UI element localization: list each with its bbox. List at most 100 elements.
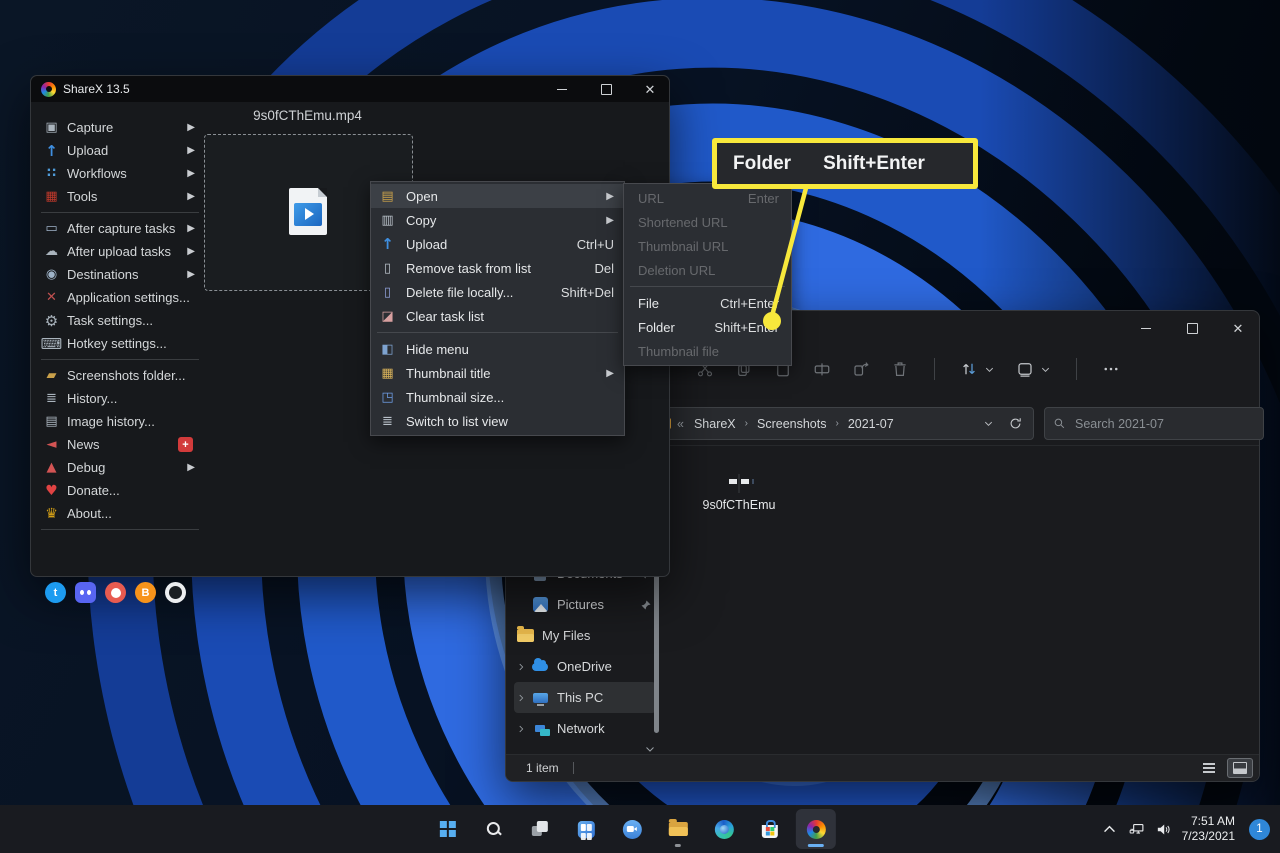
close-button[interactable]: ✕ [1227, 318, 1249, 338]
breadcrumb-segment[interactable]: Screenshots [755, 415, 828, 433]
toolbar-button[interactable] [848, 360, 874, 378]
bitcoin-icon[interactable] [135, 582, 156, 603]
sidebar-item[interactable]: News + [39, 433, 201, 456]
discord-icon[interactable] [75, 582, 96, 603]
volume-icon[interactable] [1155, 821, 1172, 838]
taskbar-button[interactable] [566, 809, 606, 849]
submenu-item[interactable]: Thumbnail file [624, 339, 791, 363]
search-icon [1053, 417, 1066, 430]
submenu-arrow-icon: ▶ [187, 246, 195, 257]
context-menu-item[interactable]: Hide menu [371, 337, 624, 361]
breadcrumb-overflow-chevrons[interactable]: « [677, 417, 684, 431]
toolbar-button[interactable] [1098, 360, 1124, 378]
address-bar[interactable]: « ShareX › Screenshots › 2021-07 [646, 407, 1034, 440]
taskbar-button[interactable] [750, 809, 790, 849]
taskbar-button[interactable] [704, 809, 744, 849]
context-menu-item[interactable]: Remove task from list Del [371, 256, 624, 280]
context-menu-item[interactable]: Clear task list [371, 304, 624, 328]
clock[interactable]: 7:51 AM 7/23/2021 [1182, 814, 1235, 844]
sharex-sidebar: Capture ▶ Upload ▶ Workflo [39, 116, 201, 534]
nav-item[interactable]: My Files [514, 620, 656, 651]
context-menu-item[interactable]: Thumbnail title ▶ [371, 361, 624, 385]
github-icon[interactable] [165, 582, 186, 603]
patreon-icon[interactable] [105, 582, 126, 603]
submenu-item[interactable]: Deletion URL [624, 258, 791, 282]
taskbar-button[interactable] [796, 809, 836, 849]
search-input[interactable] [1073, 416, 1255, 432]
image-history-icon [43, 413, 60, 430]
sidebar-item[interactable]: Destinations ▶ [39, 263, 201, 286]
minimize-button[interactable] [551, 79, 573, 99]
maximize-button[interactable] [595, 79, 617, 99]
refresh-icon[interactable] [1008, 416, 1023, 431]
list-view-toggle[interactable] [1197, 759, 1221, 777]
sidebar-item[interactable]: Hotkey settings... [39, 332, 201, 355]
breadcrumb-segment[interactable]: ShareX [692, 415, 738, 433]
breadcrumb-segment[interactable]: 2021-07 [846, 415, 896, 433]
sidebar-item[interactable]: Workflows ▶ [39, 162, 201, 185]
chevron-right-icon[interactable] [516, 662, 526, 672]
sidebar-item[interactable]: Task settings... [39, 309, 201, 332]
minimize-button[interactable] [1135, 318, 1157, 338]
sidebar-item[interactable]: After capture tasks ▶ [39, 217, 201, 240]
context-menu-item[interactable]: Thumbnail size... [371, 385, 624, 409]
maximize-button[interactable] [1181, 318, 1203, 338]
context-menu-item[interactable]: Copy ▶ [371, 208, 624, 232]
submenu-item[interactable]: Folder Shift+Enter [624, 315, 791, 339]
sidebar-item[interactable]: Tools ▶ [39, 185, 201, 208]
taskbar-button[interactable] [520, 809, 560, 849]
address-dropdown-chevron-icon[interactable] [983, 418, 994, 429]
sharex-logo-icon [41, 82, 56, 97]
sidebar-item[interactable]: Debug ▶ [39, 456, 201, 479]
sidebar-item[interactable]: Screenshots folder... [39, 364, 201, 387]
sidebar-item[interactable]: About... [39, 502, 201, 525]
remove-icon [379, 260, 396, 277]
sidebar-item[interactable]: Capture ▶ [39, 116, 201, 139]
chat-icon [622, 820, 641, 839]
taskbar-button[interactable] [428, 809, 468, 849]
submenu-item[interactable]: Shortened URL [624, 210, 791, 234]
toolbar-button[interactable] [956, 360, 999, 378]
context-menu-item[interactable]: Upload Ctrl+U [371, 232, 624, 256]
chevron-right-icon[interactable] [516, 693, 526, 703]
breadcrumb: ShareX › Screenshots › 2021-07 [692, 415, 896, 433]
sidebar-separator [41, 212, 199, 213]
thumbnail-view-toggle[interactable] [1227, 758, 1253, 778]
context-menu-item[interactable]: Switch to list view [371, 409, 624, 433]
sidebar-item[interactable]: History... [39, 387, 201, 410]
nav-item[interactable]: Pictures [514, 589, 656, 620]
toolbar-button[interactable] [809, 360, 835, 378]
taskbar-button[interactable] [474, 809, 514, 849]
toolbar-button[interactable] [887, 360, 913, 378]
sidebar-item[interactable]: Application settings... [39, 286, 201, 309]
nav-scrollbar[interactable] [654, 561, 659, 733]
sidebar-item[interactable]: Donate... [39, 479, 201, 502]
submenu-item[interactable]: URL Enter [624, 186, 791, 210]
tray-chevron-up-icon[interactable] [1101, 821, 1118, 838]
search-box[interactable] [1044, 407, 1264, 440]
submenu-arrow-icon: ▶ [187, 462, 195, 473]
task-thumbnail-title: 9s0fCThEmu.mp4 [204, 108, 411, 123]
close-button[interactable]: ✕ [639, 79, 661, 99]
sidebar-item[interactable]: Image history... [39, 410, 201, 433]
taskbar-button[interactable] [612, 809, 652, 849]
sidebar-item[interactable]: After upload tasks ▶ [39, 240, 201, 263]
file-item[interactable]: 9s0fCThEmu [688, 475, 790, 512]
submenu-item[interactable]: File Ctrl+Enter [624, 291, 791, 315]
submenu-item[interactable]: Thumbnail URL [624, 234, 791, 258]
context-menu-item[interactable]: Delete file locally... Shift+Del [371, 280, 624, 304]
toolbar-button[interactable] [1012, 360, 1055, 378]
running-indicator [808, 844, 824, 847]
open-submenu: URL Enter Shortened URL Thumbnail URL De… [623, 183, 792, 366]
nav-item[interactable]: OneDrive [514, 651, 656, 682]
nav-item[interactable]: This PC [514, 682, 656, 713]
notification-badge[interactable]: 1 [1249, 819, 1270, 840]
sidebar-item[interactable]: Upload ▶ [39, 139, 201, 162]
context-menu-item[interactable]: Open ▶ [371, 184, 624, 208]
chevron-right-icon[interactable] [516, 724, 526, 734]
twitter-icon[interactable] [45, 582, 66, 603]
network-icon[interactable] [1128, 821, 1145, 838]
taskbar-button[interactable] [658, 809, 698, 849]
news-icon [43, 436, 60, 453]
nav-item[interactable]: Network [514, 713, 656, 744]
